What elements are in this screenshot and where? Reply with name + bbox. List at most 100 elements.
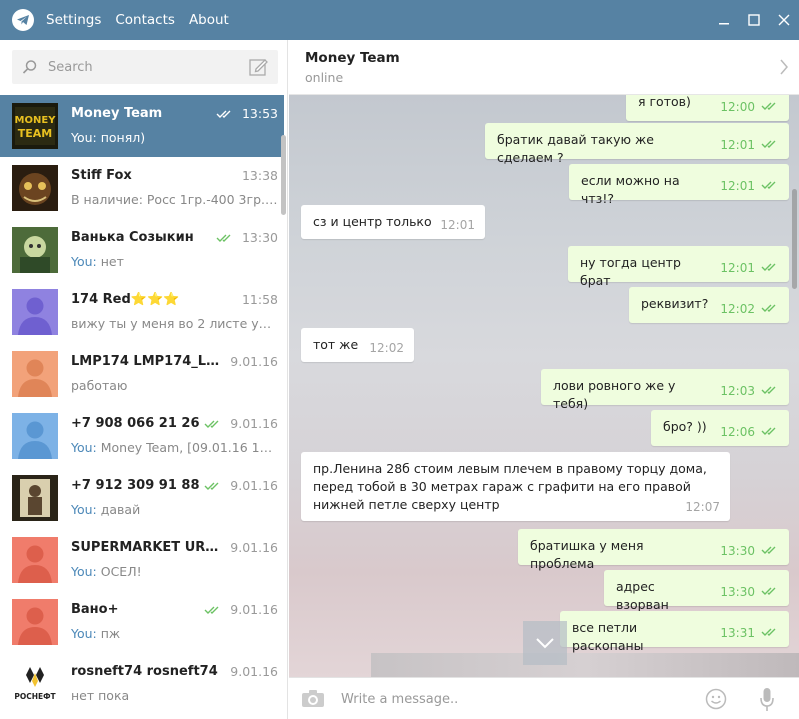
message-meta: 12:02 — [720, 300, 779, 318]
message-text: лови ровного же у тебя) — [553, 378, 676, 411]
window-controls — [709, 0, 799, 40]
outgoing-message[interactable]: все петли раскопаны 13:31 — [560, 611, 789, 653]
outgoing-message[interactable]: ну тогда центр брат 12:01 — [568, 246, 789, 288]
read-checkmark-icon — [204, 480, 222, 495]
dialog-preview: You: Money Team, [09.01.16 15:5... — [71, 440, 278, 455]
emoji-icon[interactable] — [705, 688, 727, 714]
message-meta: 12:00 — [720, 98, 779, 116]
outgoing-message[interactable]: я готов) 12:00 — [626, 95, 789, 121]
chevron-down-icon — [536, 638, 554, 649]
dialog-item[interactable]: +7 908 066 21 26 9.01.16 You: Money Team, … — [0, 405, 284, 467]
you-label: You: — [71, 130, 97, 145]
menu-contacts[interactable]: Contacts — [115, 12, 175, 28]
microphone-icon[interactable] — [759, 687, 775, 717]
dialog-item[interactable]: MONEY TEAM Money Team 13:53 You: понял) — [0, 95, 284, 157]
avatar — [12, 351, 58, 397]
outgoing-message[interactable]: если можно на чтз!? 12:01 — [569, 164, 789, 206]
avatar — [12, 165, 58, 211]
dialog-name: rosneft74 rosneft74 — [71, 664, 218, 679]
message-time: 12:01 — [720, 179, 755, 193]
outgoing-message[interactable]: бро? )) 12:06 — [651, 410, 789, 446]
scroll-down-button[interactable] — [523, 621, 567, 665]
camera-icon[interactable] — [301, 688, 325, 712]
chat-header[interactable]: Money Team online — [289, 40, 799, 95]
svg-text:MONEY: MONEY — [15, 115, 57, 126]
dialog-name: +7 908 066 21 26 — [71, 416, 200, 431]
read-checkmark-icon — [755, 136, 779, 154]
you-label: You: — [71, 564, 97, 579]
dialog-list-scrollbar[interactable] — [281, 135, 286, 215]
read-checkmark-icon — [755, 423, 779, 441]
menu-settings[interactable]: Settings — [46, 12, 101, 28]
message-time: 12:00 — [720, 100, 755, 114]
search-box[interactable] — [12, 50, 278, 84]
messages-scrollbar[interactable] — [792, 189, 797, 289]
dialog-time: 9.01.16 — [230, 664, 278, 679]
message-input[interactable] — [341, 678, 691, 719]
dialog-time: 11:58 — [241, 292, 278, 307]
incoming-message[interactable]: тот же 12:02 — [301, 328, 414, 362]
dialog-name: Вано+ — [71, 602, 119, 617]
dialog-item[interactable]: Stiff Fox 13:38 В наличие: Росс 1гр.-400 3… — [0, 157, 284, 219]
avatar — [12, 537, 58, 583]
dialog-item[interactable]: 174 Red⭐⭐⭐ 11:58 вижу ты у меня во 2 листе… — [0, 281, 284, 343]
maximize-icon[interactable] — [739, 0, 769, 40]
outgoing-message[interactable]: братик давай такую же сделаем ? 12:01 — [485, 123, 789, 165]
incoming-message[interactable]: сз и центр только 12:01 — [301, 205, 485, 239]
new-message-icon[interactable] — [248, 57, 268, 81]
outgoing-message[interactable]: лови ровного же у тебя) 12:03 — [541, 369, 789, 411]
title-bar: Settings Contacts About — [0, 0, 799, 40]
message-text: братик давай такую же сделаем ? — [497, 132, 654, 165]
read-checkmark-icon — [216, 232, 234, 247]
read-checkmark-icon — [755, 624, 779, 642]
outgoing-message[interactable]: реквизит? 12:02 — [629, 287, 789, 323]
message-text: реквизит? — [641, 296, 709, 311]
compose-bar — [289, 677, 799, 719]
message-meta: 13:30 — [720, 542, 779, 560]
message-time: 12:03 — [720, 384, 755, 398]
chat-title: Money Team — [305, 50, 400, 66]
dialog-preview: You: ОСЕЛ! — [71, 564, 142, 579]
message-text: я готов) — [638, 95, 691, 109]
dialog-item[interactable]: Вано+ 9.01.16 You: пж — [0, 591, 284, 653]
chevron-right-icon[interactable] — [779, 58, 789, 80]
message-text: если можно на чтз!? — [581, 173, 680, 206]
message-text: братишка у меня проблема — [530, 538, 644, 571]
message-meta: 12:02 — [369, 339, 404, 357]
message-text: тот же — [313, 337, 359, 352]
read-checkmark-icon — [755, 259, 779, 277]
dialog-name: Stiff Fox — [71, 168, 132, 183]
dialog-item[interactable]: РОСНЕФТ rosneft74 rosneft74 9.01.16 нет пок… — [0, 653, 284, 715]
dialog-item[interactable]: Ванька Созыкин 13:30 You: нет — [0, 219, 284, 281]
avatar — [12, 475, 58, 521]
dialog-time: 9.01.16 — [230, 354, 278, 369]
menu-about[interactable]: About — [189, 12, 229, 28]
minimize-icon[interactable] — [709, 0, 739, 40]
message-meta: 12:03 — [720, 382, 779, 400]
read-checkmark-icon — [755, 382, 779, 400]
message-text: пр.Ленина 28б стоим левым плечем в право… — [313, 461, 707, 512]
avatar — [12, 599, 58, 645]
outgoing-message[interactable]: адрес взорван 13:30 — [604, 570, 789, 612]
dialog-name: Ванька Созыкин — [71, 230, 194, 245]
avatar — [12, 289, 58, 335]
message-text: все петли раскопаны — [572, 620, 644, 653]
avatar: РОСНЕФТ — [12, 661, 58, 707]
close-icon[interactable] — [769, 0, 799, 40]
read-checkmark-icon — [755, 542, 779, 560]
outgoing-message[interactable]: братишка у меня проблема 13:30 — [518, 529, 789, 571]
you-label: You: — [71, 626, 97, 641]
dialog-preview: В наличие: Росс 1гр.-400 3гр.-70... — [71, 192, 278, 207]
search-input[interactable] — [48, 50, 248, 84]
dialog-time: 9.01.16 — [230, 478, 278, 493]
dialog-item[interactable]: +7 912 309 91 88 9.01.16 You: давай — [0, 467, 284, 529]
incoming-message[interactable]: пр.Ленина 28б стоим левым плечем в право… — [301, 452, 730, 521]
read-checkmark-icon — [755, 177, 779, 195]
read-checkmark-icon — [204, 418, 222, 433]
dialog-item[interactable]: SUPERMARKET URAL... 9.01.16 You: ОСЕЛ! — [0, 529, 284, 591]
dialog-item[interactable]: LMP174 LMP174_LEGAL 9.01.16 работаю — [0, 343, 284, 405]
message-text: ну тогда центр брат — [580, 255, 681, 288]
svg-text:РОСНЕФТ: РОСНЕФТ — [14, 692, 56, 701]
message-meta: 12:01 — [720, 177, 779, 195]
dialog-preview: работаю — [71, 378, 128, 393]
